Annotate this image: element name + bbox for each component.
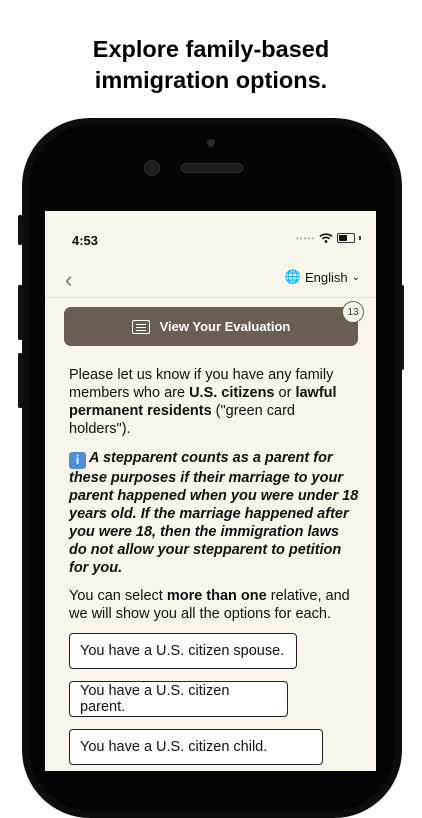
view-evaluation-button[interactable]: View Your Evaluation	[64, 307, 358, 346]
option-label: You have a U.S. citizen parent.	[80, 683, 230, 715]
headline-line-1: Explore family-based	[92, 36, 330, 62]
stepparent-note-text: A stepparent counts as a parent for thes…	[69, 450, 359, 576]
battery-tip	[359, 236, 361, 240]
view-evaluation-label: View Your Evaluation	[159, 319, 291, 334]
app-screen: 4:53 ••••• ‹ 🌐 English ⌄ View Your Evalu…	[45, 211, 376, 771]
globe-icon: 🌐	[284, 269, 301, 284]
headline: Explore family-based immigration options…	[0, 34, 422, 96]
status-time: 4:53	[72, 233, 99, 248]
option-citizen-spouse[interactable]: You have a U.S. citizen spouse.	[69, 633, 297, 669]
front-camera	[144, 160, 160, 176]
headline-line-2: immigration options.	[94, 67, 328, 93]
hint-more-than-one: more than one	[166, 588, 267, 604]
option-label: You have a U.S. citizen spouse.	[80, 643, 285, 659]
earpiece-speaker	[181, 163, 243, 173]
nav-bar: ‹ 🌐 English ⌄	[45, 263, 376, 298]
intro-citizens: U.S. citizens	[189, 385, 275, 401]
option-citizen-child[interactable]: You have a U.S. citizen child.	[69, 729, 323, 765]
signal-dots: •••••	[295, 233, 315, 243]
info-icon: i	[69, 452, 86, 469]
battery-icon	[337, 233, 355, 243]
proximity-sensor	[207, 139, 215, 147]
status-icons: •••••	[296, 233, 361, 243]
document-list-icon	[131, 319, 150, 334]
evaluation-count-badge: 13	[342, 301, 364, 323]
language-label: English	[304, 269, 348, 285]
option-label: You have a U.S. citizen child.	[80, 739, 268, 755]
option-citizen-parent[interactable]: You have a U.S. citizen parent.	[69, 681, 288, 717]
selection-hint: You can select more than one relative, a…	[69, 587, 359, 623]
stepparent-note: iA stepparent counts as a parent for the…	[69, 449, 359, 577]
intro-paragraph: Please let us know if you have any famil…	[69, 366, 359, 438]
wifi-icon	[319, 233, 333, 243]
chevron-left-icon[interactable]: ‹	[65, 267, 72, 293]
language-selector[interactable]: 🌐 English ⌄	[285, 269, 360, 285]
chevron-down-icon: ⌄	[351, 271, 360, 283]
hint-text-1: You can select	[69, 588, 167, 604]
intro-text-2: or	[274, 385, 296, 401]
